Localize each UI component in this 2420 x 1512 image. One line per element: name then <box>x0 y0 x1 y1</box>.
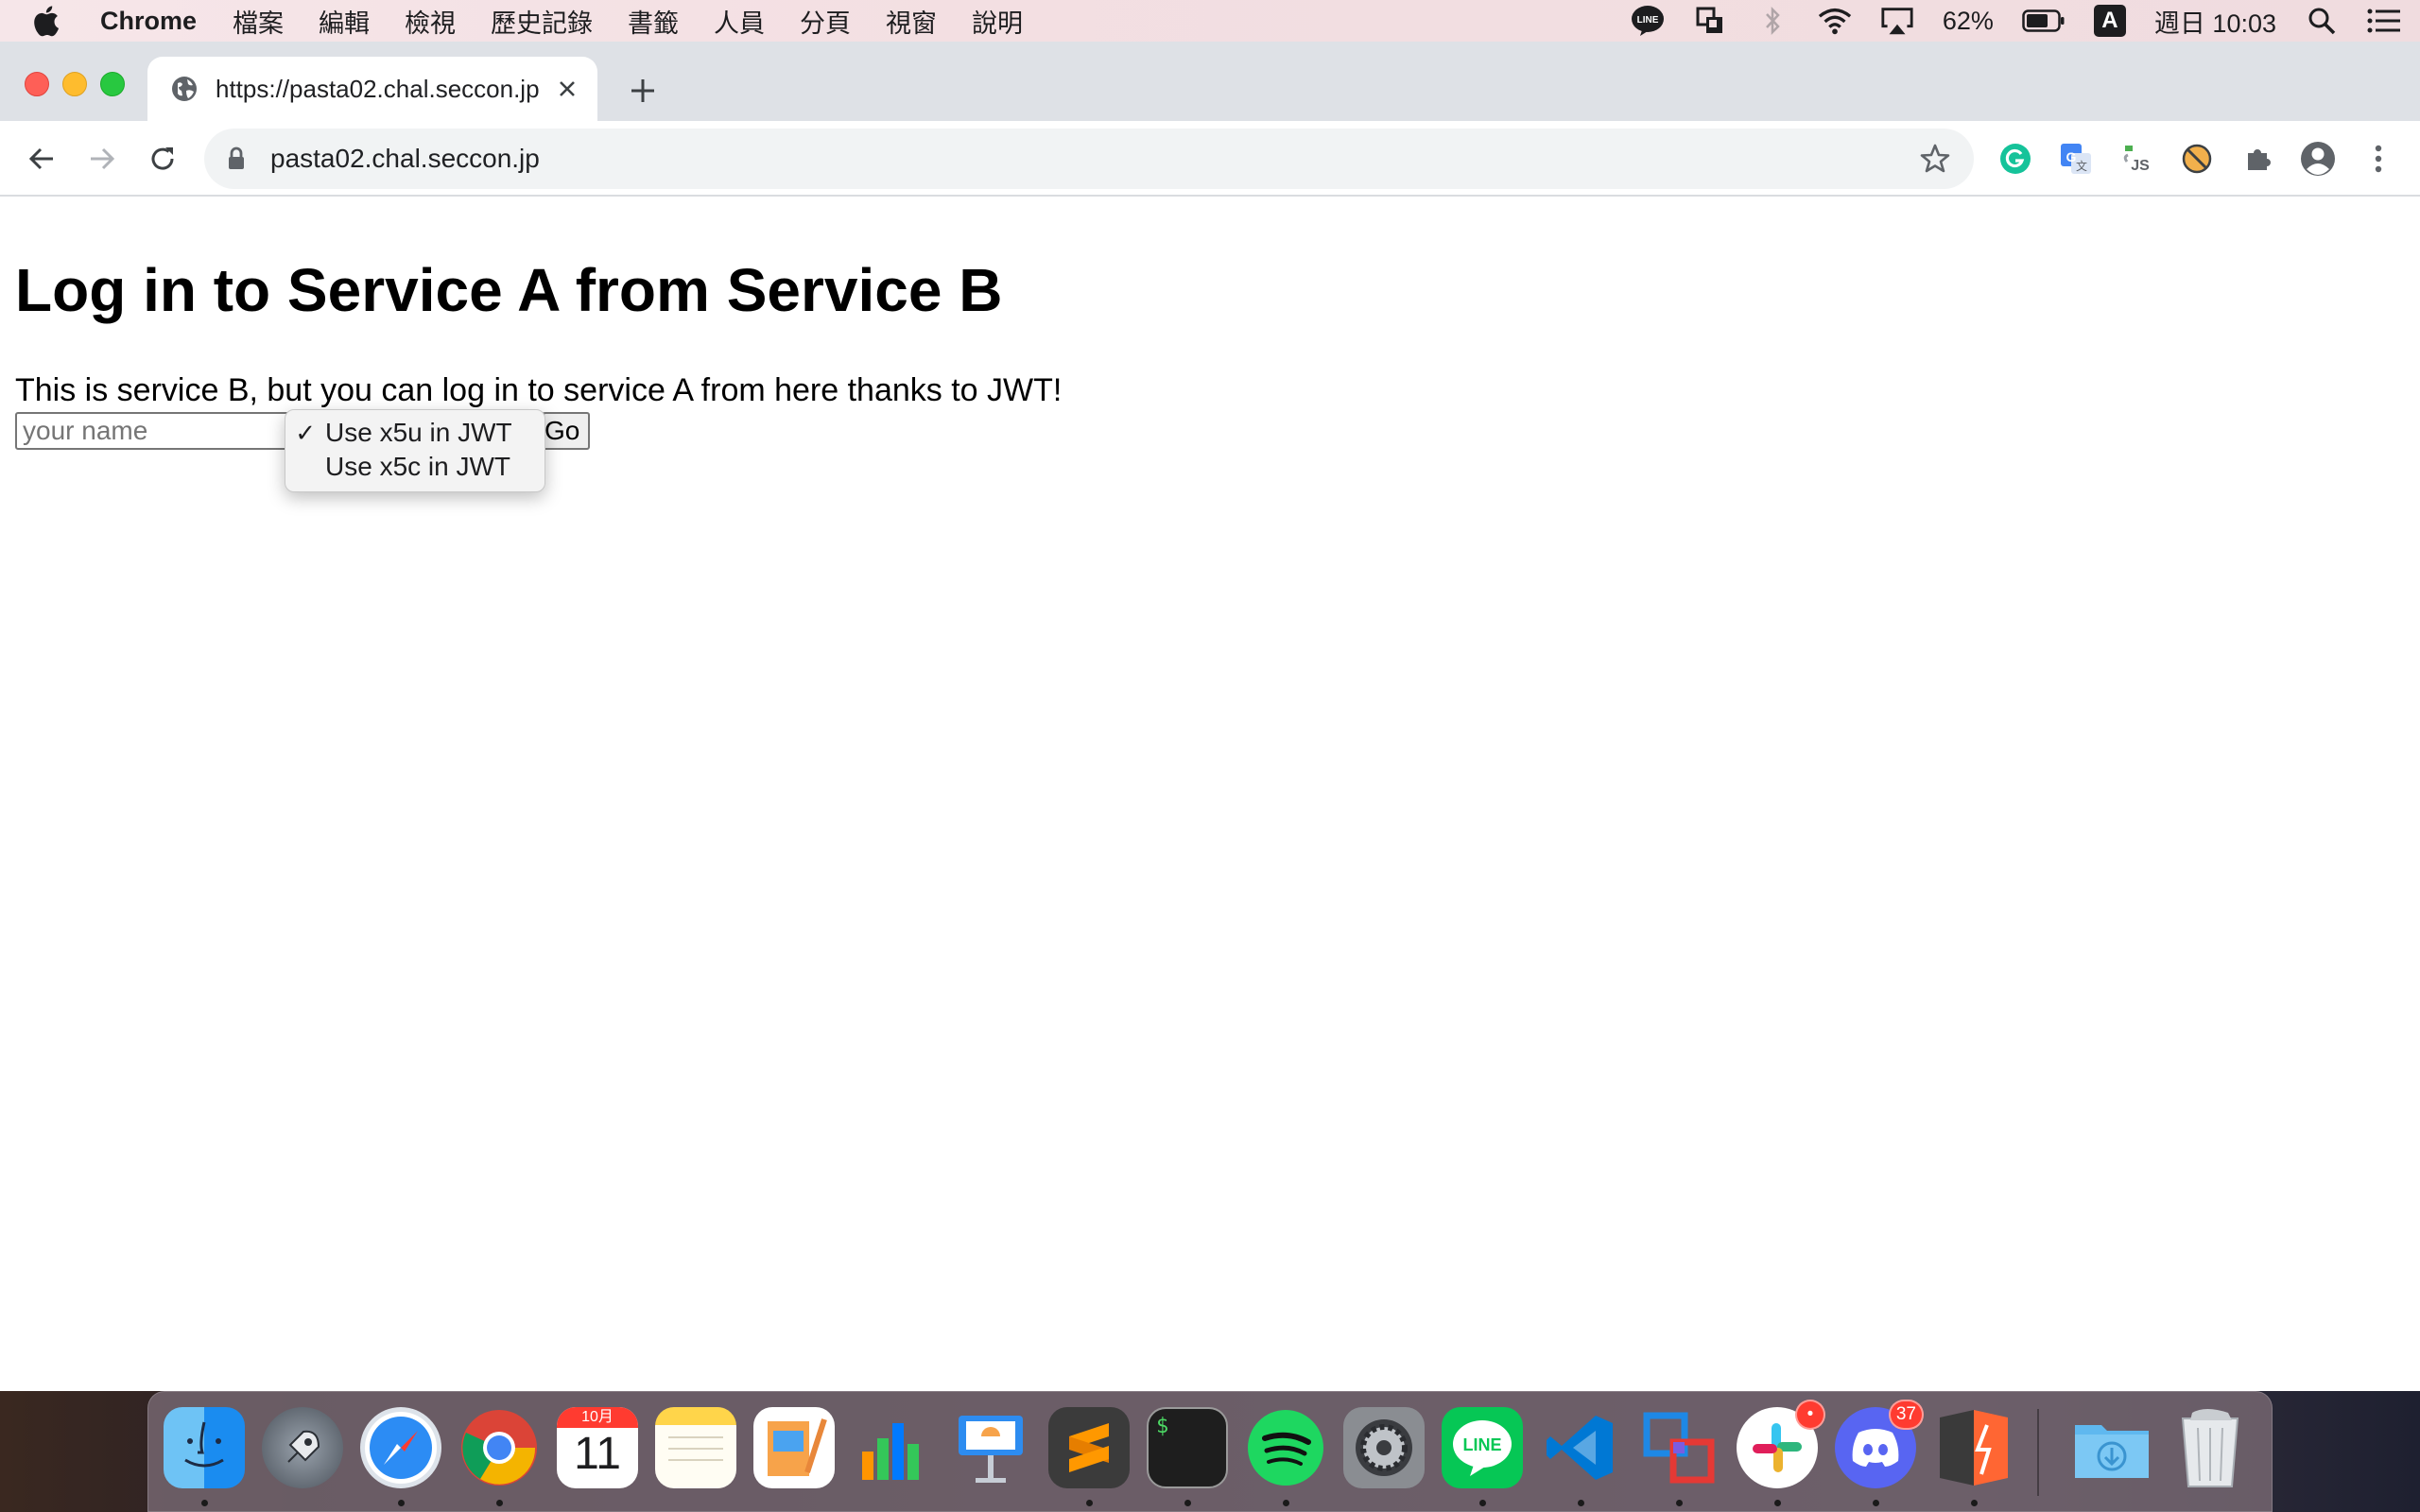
bluetooth-icon[interactable] <box>1755 4 1789 38</box>
lock-icon[interactable] <box>227 146 250 171</box>
numbers-icon[interactable] <box>852 1407 933 1488</box>
line-icon[interactable]: LINE <box>1631 4 1665 38</box>
jwt-method-dropdown-menu: ✓ Use x5u in JWT Use x5c in JWT <box>285 409 545 492</box>
pages-icon[interactable] <box>753 1407 835 1488</box>
burp-suite-icon[interactable] <box>1933 1407 2014 1488</box>
line-logo-text: LINE <box>1462 1435 1501 1454</box>
menubar-status-area: LINE 62% A 週日 10:03 <box>1631 0 2401 42</box>
go-button[interactable]: Go <box>543 412 590 450</box>
safari-icon[interactable] <box>360 1407 441 1488</box>
tab-title: https://pasta02.chal.seccon.jp <box>216 74 540 103</box>
tab-strip: https://pasta02.chal.seccon.jp <box>0 42 2420 121</box>
kebab-menu-icon[interactable] <box>2360 140 2397 178</box>
checkmark-icon: ✓ <box>295 418 316 447</box>
bookmark-star-icon[interactable] <box>1919 143 1951 175</box>
browser-toolbar: pasta02.chal.seccon.jp G文 JS <box>0 121 2420 197</box>
airplay-icon[interactable] <box>1880 4 1914 38</box>
discord-badge: 37 <box>1888 1400 1924 1430</box>
menu-people[interactable]: 人員 <box>714 3 765 40</box>
control-center-icon[interactable] <box>2367 4 2401 38</box>
forward-arrow-icon[interactable] <box>83 140 121 178</box>
back-arrow-icon[interactable] <box>23 140 60 178</box>
option-x5c-label: Use x5c in JWT <box>325 452 511 481</box>
notes-icon[interactable] <box>655 1407 736 1488</box>
svg-text:JS: JS <box>2131 158 2150 174</box>
javascript-toggle-icon[interactable]: JS <box>2118 140 2155 178</box>
sublime-text-icon[interactable] <box>1048 1407 1130 1488</box>
slack-icon[interactable]: • <box>1737 1400 1825 1488</box>
vmware-fusion-icon[interactable] <box>1638 1407 1720 1488</box>
menu-file[interactable]: 檔案 <box>233 3 284 40</box>
macos-dock: 10月 11 $ LINE • 37 <box>147 1391 2273 1512</box>
calendar-icon[interactable]: 10月 11 <box>557 1407 638 1488</box>
menu-window[interactable]: 視窗 <box>886 3 937 40</box>
input-method-indicator[interactable]: A <box>2093 5 2126 37</box>
reload-icon[interactable] <box>144 140 182 178</box>
option-x5c[interactable]: Use x5c in JWT <box>285 450 544 484</box>
line-icon[interactable]: LINE <box>1442 1407 1523 1488</box>
chrome-window: https://pasta02.chal.seccon.jp pasta02.c… <box>0 42 2420 1391</box>
menu-edit[interactable]: 編輯 <box>319 3 370 40</box>
calendar-day: 11 <box>574 1429 621 1479</box>
menu-help[interactable]: 說明 <box>972 3 1023 40</box>
vscode-icon[interactable] <box>1540 1407 1621 1488</box>
globe-icon <box>170 75 199 103</box>
page-intro-text: This is service B, but you can log in to… <box>15 372 1063 408</box>
url-text[interactable]: pasta02.chal.seccon.jp <box>270 144 1919 174</box>
web-page-content: Log in to Service A from Service B This … <box>0 197 2420 1391</box>
finder-icon[interactable] <box>164 1407 245 1488</box>
trash-icon[interactable] <box>2169 1407 2251 1488</box>
menubar-clock[interactable]: 週日 10:03 <box>2154 3 2276 40</box>
system-preferences-icon[interactable] <box>1343 1407 1425 1488</box>
page-title: Log in to Service A from Service B <box>15 256 1003 324</box>
macos-menubar: Chrome 檔案 編輯 檢視 歷史記錄 書籤 人員 分頁 視窗 說明 LINE… <box>0 0 2420 42</box>
terminal-prompt: $ <box>1156 1415 1169 1438</box>
spotify-icon[interactable] <box>1245 1407 1326 1488</box>
grammarly-icon[interactable] <box>1996 140 2034 178</box>
name-input[interactable] <box>15 412 289 450</box>
extensions-puzzle-icon[interactable] <box>2238 140 2276 178</box>
terminal-icon[interactable]: $ <box>1147 1407 1228 1488</box>
sync-icon[interactable] <box>1693 4 1727 38</box>
tab-close-icon[interactable] <box>554 76 580 102</box>
google-translate-icon[interactable]: G文 <box>2057 140 2095 178</box>
svg-text:G: G <box>2066 149 2077 164</box>
svg-text:LINE: LINE <box>1636 15 1658 26</box>
downloads-folder-icon[interactable] <box>2071 1407 2152 1488</box>
battery-icon[interactable] <box>2022 4 2066 38</box>
window-minimize-button[interactable] <box>62 72 87 96</box>
dock-separator <box>2037 1409 2039 1496</box>
menu-tab[interactable]: 分頁 <box>800 3 851 40</box>
option-x5u-label: Use x5u in JWT <box>325 418 512 447</box>
spotlight-icon[interactable] <box>2305 4 2339 38</box>
window-zoom-button[interactable] <box>100 72 125 96</box>
new-tab-plus-icon[interactable] <box>624 72 662 110</box>
browser-tab-active[interactable]: https://pasta02.chal.seccon.jp <box>147 57 597 121</box>
calendar-month: 10月 <box>557 1407 638 1428</box>
profile-avatar-icon[interactable] <box>2299 140 2337 178</box>
apple-menu-icon[interactable] <box>28 4 62 38</box>
slack-badge: • <box>1795 1400 1825 1430</box>
menu-bookmarks[interactable]: 書籤 <box>628 3 679 40</box>
menu-history[interactable]: 歷史記錄 <box>491 3 593 40</box>
battery-percentage: 62% <box>1942 6 1994 35</box>
app-menu-chrome[interactable]: Chrome <box>100 7 197 36</box>
extension-blocked-icon[interactable] <box>2178 140 2216 178</box>
option-x5u[interactable]: ✓ Use x5u in JWT <box>285 416 544 450</box>
menu-view[interactable]: 檢視 <box>405 3 456 40</box>
window-close-button[interactable] <box>25 72 49 96</box>
address-bar[interactable]: pasta02.chal.seccon.jp <box>204 129 1974 189</box>
wifi-icon[interactable] <box>1818 4 1852 38</box>
keynote-icon[interactable] <box>950 1407 1031 1488</box>
discord-icon[interactable]: 37 <box>1835 1400 1924 1488</box>
svg-text:文: 文 <box>2076 159 2087 173</box>
chrome-icon[interactable] <box>458 1407 540 1488</box>
launchpad-icon[interactable] <box>262 1407 343 1488</box>
